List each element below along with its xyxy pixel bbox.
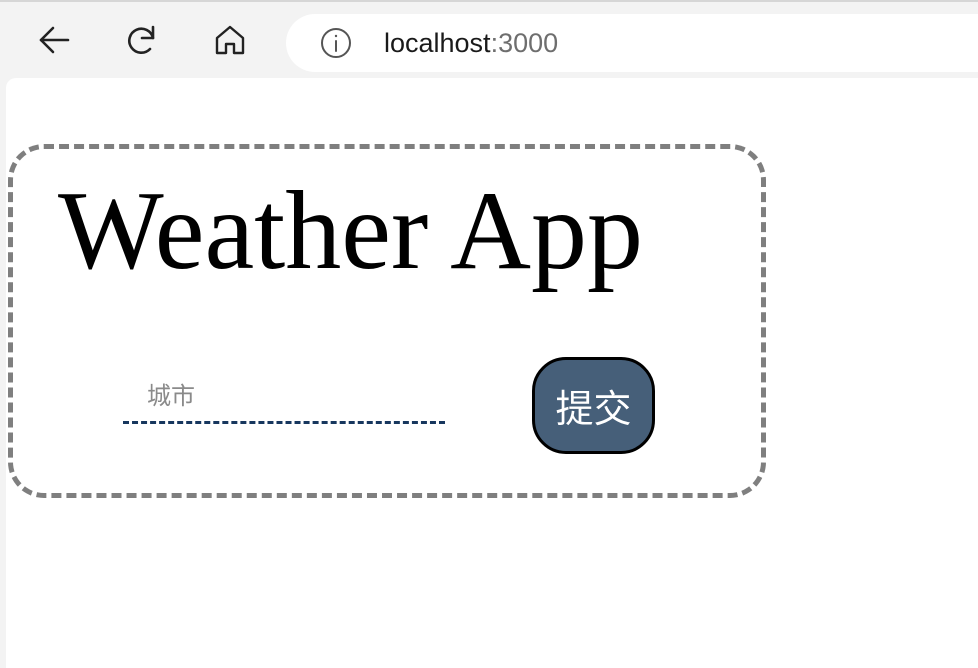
info-icon[interactable] [320,27,352,59]
home-icon [215,25,245,55]
home-button[interactable] [210,20,250,60]
reload-button[interactable] [122,20,162,60]
arrow-left-icon [39,26,70,54]
city-input[interactable] [123,362,445,424]
url-port: :3000 [490,28,559,58]
url-text[interactable]: localhost:3000 [384,27,558,59]
reload-icon [128,25,155,54]
address-bar[interactable]: localhost:3000 [286,14,978,72]
weather-card: Weather App 提交 [8,144,766,498]
app-title: Weather App [58,169,643,293]
browser-toolbar: localhost:3000 [0,0,978,78]
submit-button[interactable]: 提交 [532,357,655,454]
page-viewport: Weather App 提交 [6,78,978,668]
back-button[interactable] [34,20,74,60]
url-host: localhost [384,28,491,58]
